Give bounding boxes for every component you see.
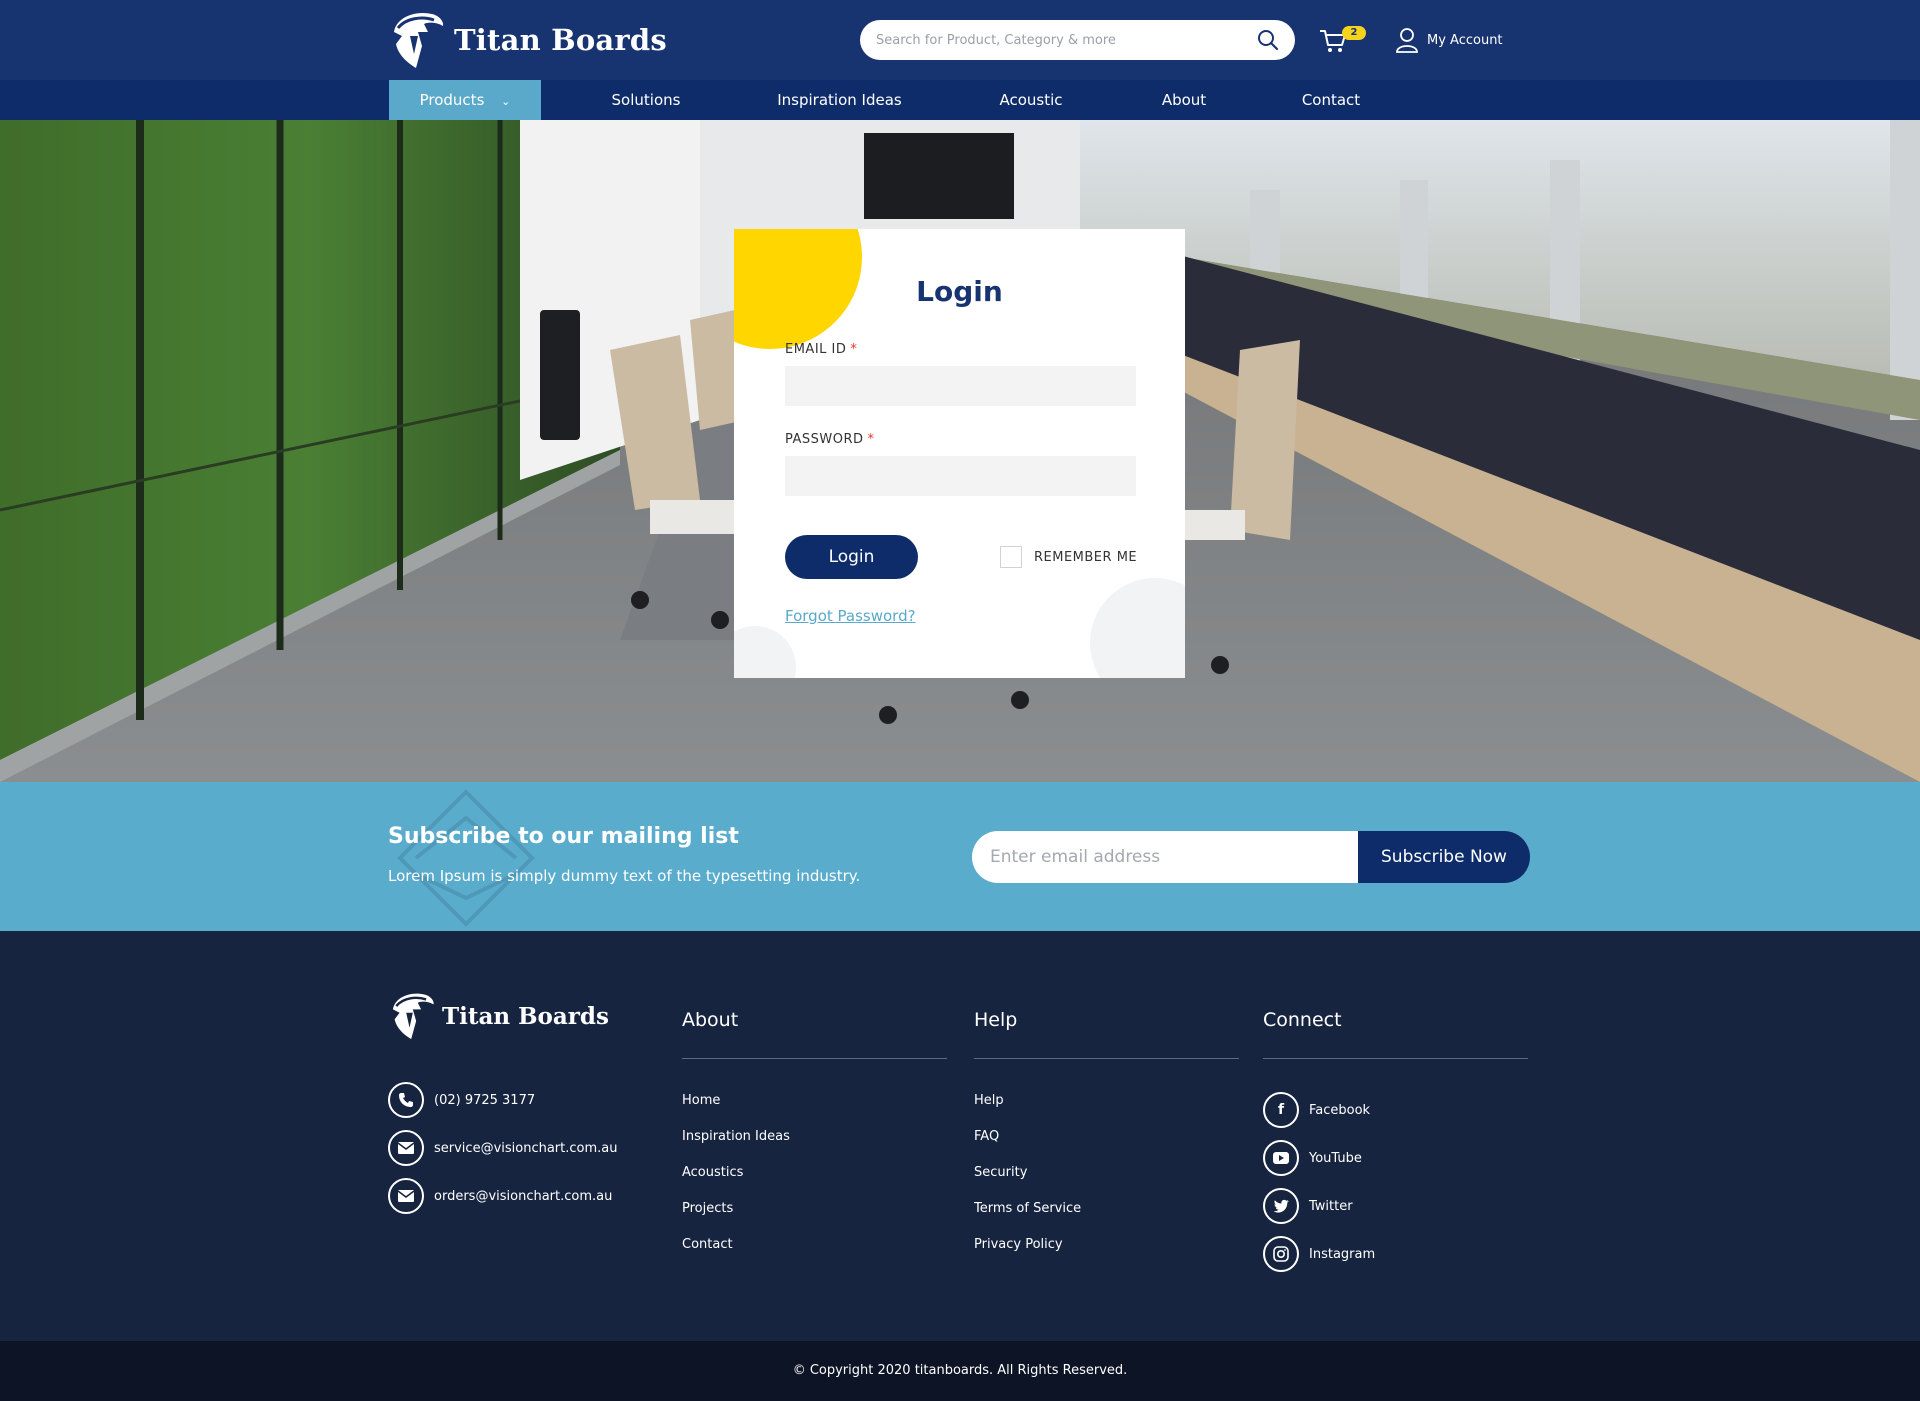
envelope-icon [397, 789, 535, 927]
login-button[interactable]: Login [785, 535, 918, 579]
user-icon [1396, 28, 1418, 53]
copyright-bar: © Copyright 2020 titanboards. All Rights… [0, 1341, 1920, 1401]
remember-me-checkbox[interactable] [1000, 546, 1022, 568]
my-account-link[interactable]: My Account [1395, 26, 1503, 54]
cart-button[interactable]: 2 [1318, 24, 1370, 56]
search-icon[interactable] [1257, 29, 1279, 51]
mail-icon [388, 1130, 424, 1166]
footer-link-inspiration-ideas[interactable]: Inspiration Ideas [682, 1129, 790, 1144]
chevron-down-icon: ⌄ [501, 95, 511, 108]
helmet-logo-icon [392, 993, 434, 1040]
required-mark: * [850, 342, 858, 357]
phone-contact[interactable]: (02) 9725 3177 [388, 1082, 535, 1118]
nav-item-contact[interactable]: Contact [1290, 80, 1372, 120]
phone-icon [388, 1082, 424, 1118]
mail-icon [388, 1178, 424, 1214]
subscribe-button[interactable]: Subscribe Now [1358, 831, 1530, 883]
search-input[interactable] [876, 20, 1236, 60]
footer-connect-title: Connect [1263, 1009, 1342, 1031]
hero-background: Login EMAIL ID * PASSWORD * Login REMEMBER… [0, 120, 1920, 782]
remember-me-label: REMEMBER ME [1034, 549, 1138, 565]
copyright-text: © Copyright 2020 titanboards. All Rights… [792, 1363, 1128, 1378]
my-account-label: My Account [1427, 32, 1503, 48]
social-instagram[interactable]: Instagram [1263, 1236, 1375, 1272]
password-label: PASSWORD * [785, 432, 875, 447]
main-nav: Products ⌄ Solutions Inspiration Ideas A… [0, 80, 1920, 120]
email-field[interactable] [785, 366, 1136, 406]
facebook-icon: f [1263, 1092, 1299, 1128]
footer-link-home[interactable]: Home [682, 1093, 720, 1108]
footer-link-acoustics[interactable]: Acoustics [682, 1165, 743, 1180]
social-youtube[interactable]: YouTube [1263, 1140, 1362, 1176]
nav-item-inspiration-ideas[interactable]: Inspiration Ideas [763, 80, 916, 120]
decorative-grey-circle [1090, 578, 1185, 678]
site-logo[interactable]: Titan Boards [388, 10, 667, 70]
subscribe-section: Subscribe to our mailing list Lorem Ipsu… [0, 782, 1920, 931]
instagram-icon [1263, 1236, 1299, 1272]
remember-me: REMEMBER ME [1000, 546, 1137, 568]
footer-link-help[interactable]: Help [974, 1093, 1004, 1108]
footer-brand-name: Titan Boards [442, 1002, 609, 1030]
subscribe-text: Lorem Ipsum is simply dummy text of the … [388, 867, 861, 885]
cart-count-badge: 2 [1342, 26, 1366, 40]
footer: Titan Boards (02) 9725 3177 service@visi… [0, 931, 1920, 1341]
email-label: EMAIL ID * [785, 342, 858, 357]
service-email-contact[interactable]: service@visionchart.com.au [388, 1130, 617, 1166]
subscribe-email-input[interactable] [972, 831, 1372, 883]
orders-email-contact[interactable]: orders@visionchart.com.au [388, 1178, 612, 1214]
footer-link-faq[interactable]: FAQ [974, 1129, 999, 1144]
footer-link-privacy-policy[interactable]: Privacy Policy [974, 1237, 1063, 1252]
nav-item-acoustic[interactable]: Acoustic [985, 80, 1077, 120]
nav-item-solutions[interactable]: Solutions [591, 80, 701, 120]
footer-help-title: Help [974, 1009, 1018, 1031]
footer-about-title: About [682, 1009, 739, 1031]
footer-logo[interactable]: Titan Boards [388, 991, 609, 1041]
nav-item-products[interactable]: Products ⌄ [389, 80, 541, 120]
footer-link-projects[interactable]: Projects [682, 1201, 733, 1216]
login-title: Login [916, 275, 1003, 308]
password-field[interactable] [785, 456, 1136, 496]
youtube-icon [1263, 1140, 1299, 1176]
nav-item-about[interactable]: About [1144, 80, 1224, 120]
twitter-icon [1263, 1188, 1299, 1224]
required-mark: * [867, 432, 875, 447]
login-card: Login EMAIL ID * PASSWORD * Login REMEMBER… [734, 229, 1185, 678]
footer-link-contact[interactable]: Contact [682, 1237, 733, 1252]
helmet-logo-icon [394, 12, 444, 68]
header: Titan Boards 2 My Account [0, 0, 1920, 80]
subscribe-form: Subscribe Now [972, 831, 1530, 883]
footer-link-security[interactable]: Security [974, 1165, 1027, 1180]
social-twitter[interactable]: Twitter [1263, 1188, 1353, 1224]
footer-link-terms-of-service[interactable]: Terms of Service [974, 1201, 1081, 1216]
social-facebook[interactable]: f Facebook [1263, 1092, 1370, 1128]
decorative-grey-circle [734, 626, 796, 678]
forgot-password-link[interactable]: Forgot Password? [785, 607, 916, 625]
subscribe-title: Subscribe to our mailing list [388, 824, 739, 849]
divider [1263, 1058, 1528, 1059]
search-bar [860, 20, 1295, 60]
divider [974, 1058, 1239, 1059]
brand-name: Titan Boards [454, 23, 667, 57]
divider [682, 1058, 947, 1059]
